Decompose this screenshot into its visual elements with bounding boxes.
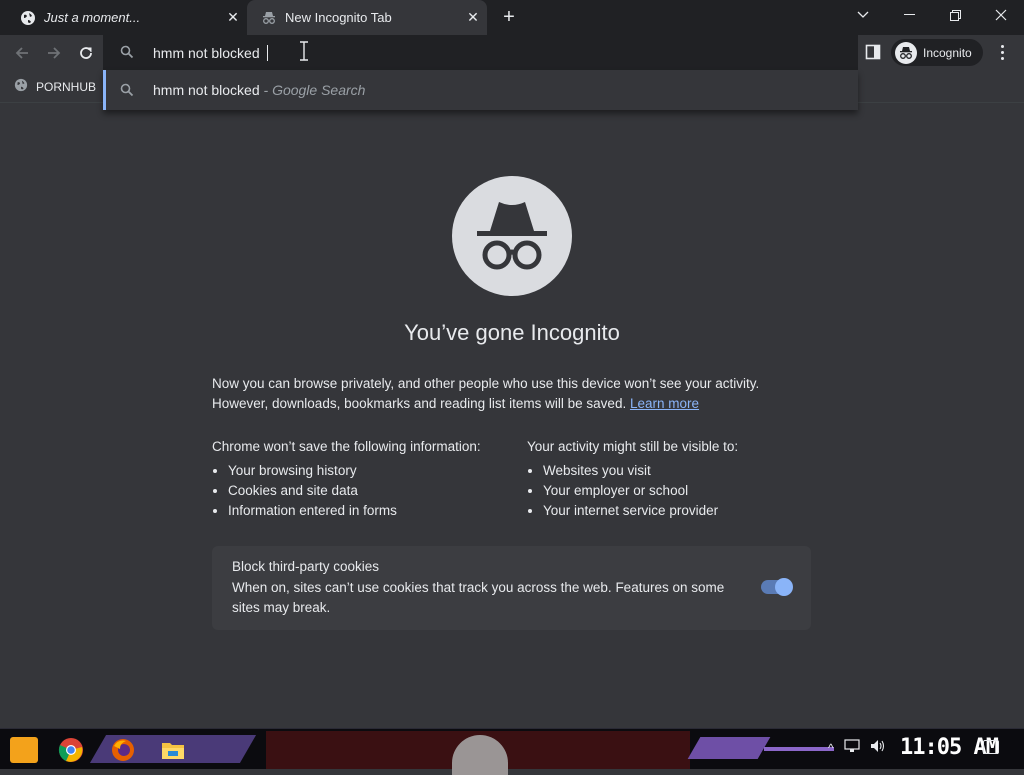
- close-tab-icon[interactable]: ✕: [225, 9, 241, 25]
- list-item: Websites you visit: [543, 461, 827, 481]
- toggle-knob: [775, 578, 793, 596]
- list-item: Your internet service provider: [543, 501, 827, 521]
- suggestion-row[interactable]: hmm not blocked - Google Search: [103, 70, 858, 110]
- close-window-button[interactable]: [978, 0, 1024, 30]
- globe-icon: [14, 78, 28, 95]
- restore-button[interactable]: [932, 0, 978, 30]
- minimize-button[interactable]: [886, 0, 932, 30]
- not-saved-section: Chrome won’t save the following informat…: [212, 437, 512, 521]
- incognito-icon: [261, 10, 277, 26]
- omnibox-suggestions: hmm not blocked - Google Search: [103, 70, 858, 110]
- side-panel-icon[interactable]: [865, 44, 881, 60]
- chrome-taskbar-icon[interactable]: [56, 735, 86, 765]
- notification-center-icon[interactable]: [983, 740, 999, 754]
- firefox-taskbar-icon[interactable]: [108, 735, 138, 765]
- profile-label: Incognito: [923, 45, 972, 60]
- suggestion-text: hmm not blocked - Google Search: [153, 82, 365, 98]
- taskbar-window-preview[interactable]: [266, 731, 690, 775]
- close-tab-icon[interactable]: ✕: [465, 9, 481, 25]
- intro-paragraph: Now you can browse privately, and other …: [212, 374, 812, 414]
- tab-title: Just a moment...: [44, 10, 141, 25]
- back-arrow-icon: [15, 47, 28, 59]
- network-icon[interactable]: [844, 739, 860, 756]
- suggestion-query: hmm not blocked: [153, 82, 260, 98]
- bookmark-label: PORNHUB: [36, 79, 97, 94]
- tab-just-a-moment[interactable]: Just a moment... ✕: [0, 0, 247, 35]
- tab-strip: Just a moment... ✕ New Incognito Tab ✕ +: [0, 0, 1024, 35]
- search-icon: [120, 83, 134, 102]
- cookie-description: When on, sites can’t use cookies that tr…: [232, 580, 725, 615]
- list-item: Information entered in forms: [228, 501, 512, 521]
- list-item: Your employer or school: [543, 481, 827, 501]
- omnibox-input[interactable]: [153, 43, 753, 63]
- incognito-hero-icon: [452, 176, 572, 296]
- start-button[interactable]: [10, 737, 38, 763]
- taskbar-decoration: [687, 737, 771, 759]
- reload-button[interactable]: [74, 41, 98, 65]
- still-visible-heading: Your activity might still be visible to:: [527, 439, 739, 454]
- page-title: You’ve gone Incognito: [404, 320, 620, 345]
- not-saved-heading: Chrome won’t save the following informat…: [212, 439, 481, 454]
- suggestion-engine: Google Search: [272, 82, 366, 98]
- still-visible-section: Your activity might still be visible to:…: [527, 437, 827, 521]
- new-tab-button[interactable]: +: [499, 7, 519, 27]
- bookmark-item[interactable]: PORNHUB: [14, 78, 96, 95]
- block-cookies-toggle[interactable]: [761, 578, 793, 596]
- taskbar-decoration: [764, 747, 834, 751]
- chevron-up-icon[interactable]: ^: [828, 741, 834, 755]
- preview-thumbnail: [452, 735, 508, 775]
- reload-icon: [80, 47, 92, 59]
- suggestion-separator: -: [259, 82, 273, 98]
- tab-title: New Incognito Tab: [285, 10, 392, 25]
- menu-kebab-icon[interactable]: [995, 42, 1009, 62]
- tab-new-incognito[interactable]: New Incognito Tab ✕: [247, 0, 487, 35]
- file-explorer-taskbar-icon[interactable]: [158, 735, 188, 765]
- ibeam-cursor-icon: [298, 41, 310, 61]
- tab-search-chevron-icon[interactable]: [840, 0, 886, 30]
- incognito-avatar-icon: [895, 41, 917, 64]
- list-item: Your browsing history: [228, 461, 512, 481]
- forward-button[interactable]: [42, 41, 66, 65]
- back-button[interactable]: [10, 41, 34, 65]
- learn-more-link[interactable]: Learn more: [630, 396, 699, 411]
- system-tray: ^: [828, 739, 886, 756]
- text-caret: [267, 45, 268, 61]
- search-icon: [120, 45, 134, 64]
- cookie-controls-card: Block third-party cookies When on, sites…: [212, 546, 811, 630]
- cookie-title: Block third-party cookies: [232, 559, 380, 574]
- list-item: Cookies and site data: [228, 481, 512, 501]
- forward-arrow-icon: [48, 47, 61, 59]
- profile-incognito-button[interactable]: Incognito: [891, 39, 983, 66]
- taskbar: ^ 11:05 AM: [0, 728, 1024, 775]
- omnibox[interactable]: [103, 35, 858, 70]
- volume-icon[interactable]: [870, 739, 886, 756]
- globe-icon: [20, 10, 36, 26]
